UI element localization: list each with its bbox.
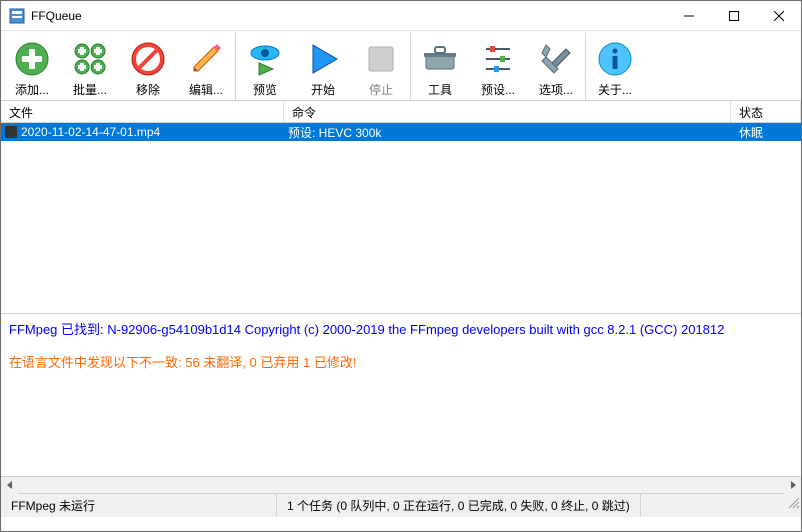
- preview-label: 预览: [253, 81, 277, 98]
- presets-icon: [480, 41, 516, 77]
- list-item[interactable]: 2020-11-02-14-47-01.mp4 预设: HEVC 300k 休眠: [1, 123, 801, 141]
- start-button[interactable]: 开始: [294, 33, 352, 100]
- presets-label: 预设...: [481, 81, 515, 98]
- horizontal-scrollbar[interactable]: [1, 476, 801, 493]
- remove-icon: [130, 41, 166, 77]
- log-line-ffmpeg: FFMpeg 已找到: N-92906-g54109b1d14 Copyrigh…: [9, 320, 793, 341]
- file-name: 2020-11-02-14-47-01.mp4: [21, 125, 160, 139]
- preview-icon: [247, 41, 283, 77]
- column-headers: 文件 命令 状态: [1, 101, 801, 123]
- remove-button[interactable]: 移除: [119, 33, 177, 100]
- status-ffmpeg: FFMpeg 未运行: [1, 494, 277, 517]
- batch-label: 批量...: [73, 81, 107, 98]
- file-status: 休眠: [731, 124, 801, 141]
- header-command[interactable]: 命令: [284, 101, 731, 122]
- edit-label: 编辑...: [189, 81, 223, 98]
- close-icon: [774, 11, 784, 21]
- start-icon: [305, 41, 341, 77]
- scroll-right-arrow[interactable]: [784, 477, 801, 494]
- stop-icon: [363, 41, 399, 77]
- add-button[interactable]: 添加...: [3, 33, 61, 100]
- options-button[interactable]: 选项...: [527, 33, 585, 100]
- start-label: 开始: [311, 81, 335, 98]
- stop-label: 停止: [369, 81, 393, 98]
- status-bar: FFMpeg 未运行 1 个任务 (0 队列中, 0 正在运行, 0 已完成, …: [1, 493, 801, 517]
- file-list[interactable]: 2020-11-02-14-47-01.mp4 预设: HEVC 300k 休眠: [1, 123, 801, 313]
- about-button[interactable]: 关于...: [586, 33, 644, 100]
- tools-button[interactable]: 工具: [411, 33, 469, 100]
- window-controls: [666, 1, 801, 30]
- file-command: 预设: HEVC 300k: [284, 124, 731, 141]
- minimize-button[interactable]: [666, 1, 711, 30]
- scroll-track[interactable]: [18, 477, 784, 493]
- status-tasks: 1 个任务 (0 队列中, 0 正在运行, 0 已完成, 0 失败, 0 终止,…: [277, 494, 641, 517]
- add-icon: [14, 41, 50, 77]
- title-bar: FFQueue: [1, 1, 801, 31]
- options-icon: [538, 41, 574, 77]
- header-file[interactable]: 文件: [1, 101, 284, 122]
- remove-label: 移除: [136, 81, 160, 98]
- stop-button[interactable]: 停止: [352, 33, 410, 100]
- about-icon: [597, 41, 633, 77]
- presets-button[interactable]: 预设...: [469, 33, 527, 100]
- minimize-icon: [684, 11, 694, 21]
- close-button[interactable]: [756, 1, 801, 30]
- log-pane: FFMpeg 已找到: N-92906-g54109b1d14 Copyrigh…: [1, 313, 801, 476]
- batch-icon: [72, 41, 108, 77]
- resize-grip[interactable]: [785, 494, 801, 517]
- log-line-lang: 在语言文件中发现以下不一致: 56 未翻译, 0 已弃用 1 已修改!: [9, 353, 793, 374]
- scroll-left-arrow[interactable]: [1, 477, 18, 494]
- maximize-button[interactable]: [711, 1, 756, 30]
- batch-button[interactable]: 批量...: [61, 33, 119, 100]
- tools-icon: [422, 41, 458, 77]
- edit-button[interactable]: 编辑...: [177, 33, 235, 100]
- header-status[interactable]: 状态: [731, 101, 801, 122]
- toolbar: 添加... 批量... 移除 编辑... 预览 开始: [1, 31, 801, 101]
- add-label: 添加...: [15, 81, 49, 98]
- window-title: FFQueue: [31, 9, 666, 23]
- app-icon: [9, 8, 25, 24]
- tools-label: 工具: [428, 81, 452, 98]
- preview-button[interactable]: 预览: [236, 33, 294, 100]
- options-label: 选项...: [539, 81, 573, 98]
- about-label: 关于...: [598, 81, 632, 98]
- maximize-icon: [729, 11, 739, 21]
- edit-icon: [188, 41, 224, 77]
- video-file-icon: [5, 126, 17, 138]
